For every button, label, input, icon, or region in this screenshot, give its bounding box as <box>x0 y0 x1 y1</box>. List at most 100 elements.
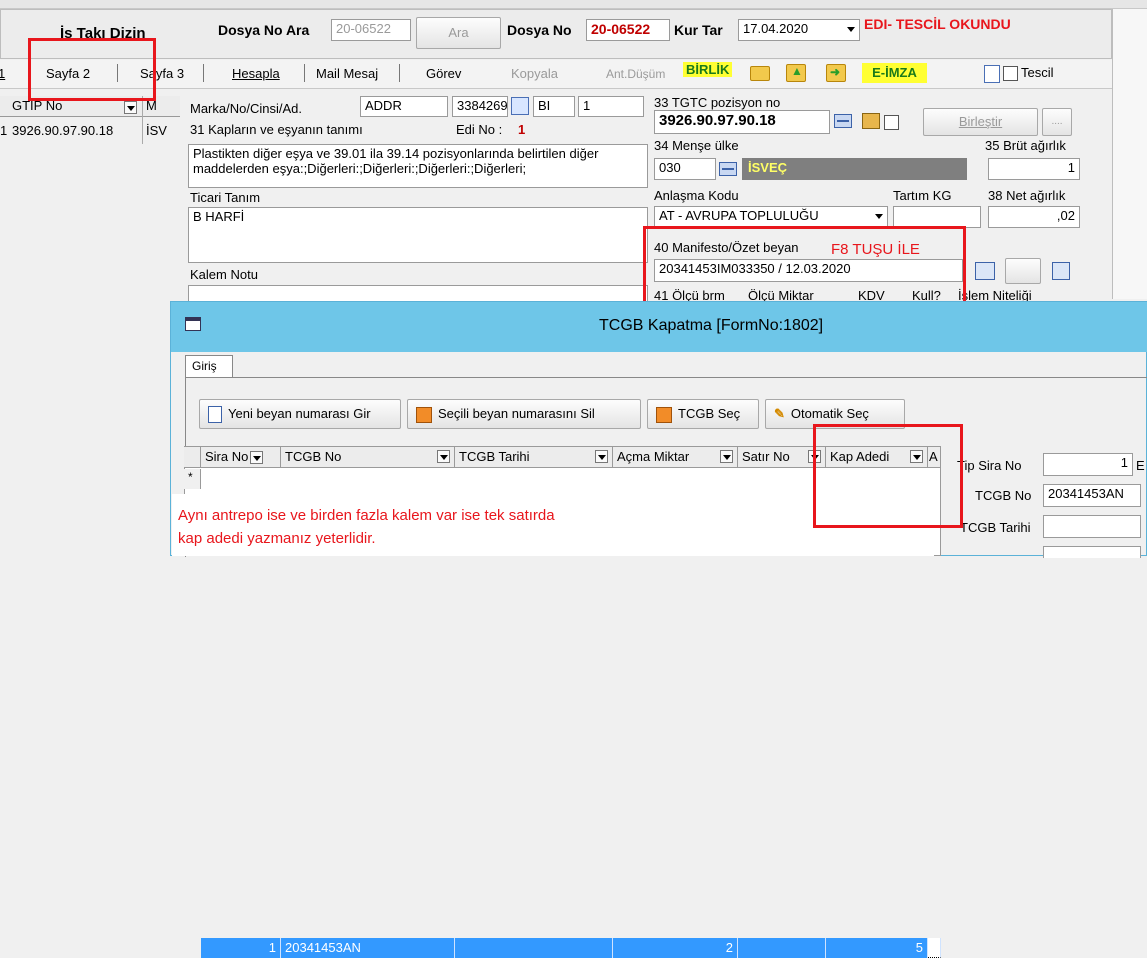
ticari-textarea[interactable]: B HARFİ <box>188 207 648 263</box>
kaplar-label: 31 Kapların ve eşyanın tanımı <box>190 122 363 137</box>
birlik-badge[interactable]: BİRLİK <box>683 62 733 77</box>
magic-wand-icon: ✎ <box>774 406 785 421</box>
tab-divider <box>304 64 305 82</box>
chevron-down-icon[interactable] <box>250 451 264 465</box>
folder-arrow-icon[interactable]: ➜ <box>826 64 846 82</box>
select-icon <box>656 406 672 423</box>
e-imza-badge[interactable]: E-İMZA <box>862 63 927 83</box>
kur-tar-label: Kur Tar <box>674 22 723 38</box>
anlasma-value: AT - AVRUPA TOPLULUĞU <box>659 208 819 223</box>
cell-satir-no[interactable] <box>738 938 826 958</box>
tab-mail-mesaj[interactable]: Mail Mesaj <box>316 66 378 81</box>
more-button[interactable]: .... <box>1042 108 1072 136</box>
marka-label: Marka/No/Cinsi/Ad. <box>190 101 302 116</box>
right-scroll-edge <box>1112 9 1147 299</box>
tab-divider <box>203 64 204 82</box>
expand-icon[interactable] <box>1052 262 1070 280</box>
brut-input[interactable]: 1 <box>988 158 1080 180</box>
tescil-checkbox[interactable] <box>1003 66 1018 81</box>
box-icon[interactable] <box>862 113 880 129</box>
col-tcgb-tarihi[interactable]: TCGB Tarihi <box>455 447 613 468</box>
edi-no-value: 1 <box>518 122 526 137</box>
kur-tar-value: 17.04.2020 <box>743 21 809 36</box>
tescil-label: Tescil <box>1021 65 1054 80</box>
tcgb-tarihi-label: TCGB Tarihi <box>960 520 1031 535</box>
mense-code-input[interactable]: 030 <box>654 158 716 180</box>
chevron-down-icon[interactable] <box>595 450 608 463</box>
extra-input-partial[interactable] <box>1043 546 1141 558</box>
mense-lookup-icon[interactable] <box>719 162 737 176</box>
birlestir-button[interactable]: Birleştir <box>923 108 1038 136</box>
dosya-no-value: 20-06522 <box>586 19 670 41</box>
highlight-sayfa2 <box>28 38 156 101</box>
left-grid-divider <box>142 96 143 144</box>
tab-hesapla[interactable]: Hesapla <box>232 66 280 81</box>
kalem-notu-label: Kalem Notu <box>190 267 258 282</box>
left-grid-filter[interactable] <box>122 99 137 115</box>
tab-1[interactable]: 1 <box>0 66 5 81</box>
marka-input-3[interactable]: BI <box>533 96 575 117</box>
chevron-down-icon[interactable] <box>847 27 855 32</box>
description-textarea[interactable]: Plastikten diğer eşya ve 39.01 ila 39.14… <box>188 144 648 188</box>
delete-icon <box>416 406 432 423</box>
tgtc-lookup-icon[interactable] <box>834 114 852 128</box>
tcgb-no-input[interactable]: 20341453AN <box>1043 484 1141 507</box>
tcgb-tarihi-input[interactable] <box>1043 515 1141 538</box>
col-tcgb-no[interactable]: TCGB No <box>281 447 455 468</box>
dosya-no-ara-input[interactable]: 20-06522 <box>331 19 411 41</box>
search-doc-icon[interactable] <box>984 65 1000 83</box>
annotation-line-2: kap adedi yazmanız yeterlidir. <box>178 530 376 547</box>
cell-tcgb-tarihi[interactable] <box>455 938 613 958</box>
new-beyan-button[interactable]: Yeni beyan numarası Gir <box>199 399 401 429</box>
tgtc-input[interactable]: 3926.90.97.90.18 <box>654 110 830 134</box>
new-beyan-label: Yeni beyan numarası Gir <box>228 406 371 421</box>
cell-tcgb-no[interactable]: 20341453AN <box>281 938 455 958</box>
tab-kopyala[interactable]: Kopyala <box>511 66 558 81</box>
annotation-line-1: Aynı antrepo ise ve birden fazla kalem v… <box>178 507 555 524</box>
left-grid-row-suffix[interactable]: İSV <box>146 123 167 138</box>
list-icon[interactable] <box>975 262 995 280</box>
cell-sira-no[interactable]: 1 <box>201 938 281 958</box>
marka-input-1[interactable]: ADDR <box>360 96 448 117</box>
tip-sira-input[interactable]: 1 <box>1043 453 1133 476</box>
tab-gorev[interactable]: Görev <box>426 66 461 81</box>
tcgb-select-label: TCGB Seç <box>678 406 741 421</box>
chevron-down-icon[interactable] <box>437 450 450 463</box>
kur-tar-select[interactable]: 17.04.2020 <box>738 19 860 41</box>
tip-sira-extra: E <box>1136 458 1145 473</box>
tab-giris[interactable]: Giriş <box>185 355 233 377</box>
edi-no-label: Edi No : <box>456 122 503 137</box>
col-acma-miktar[interactable]: Açma Miktar <box>613 447 738 468</box>
dosya-no-label: Dosya No <box>507 22 572 38</box>
cell-a[interactable] <box>928 938 941 958</box>
tgtc-checkbox[interactable] <box>884 115 899 130</box>
kalem-notu-textarea[interactable] <box>188 285 648 301</box>
blank-button[interactable] <box>1005 258 1041 284</box>
ara-button[interactable]: Ara <box>416 17 501 49</box>
left-grid-row-gtip[interactable]: 3926.90.97.90.18 <box>12 123 113 138</box>
tcgb-select-button[interactable]: TCGB Seç <box>647 399 759 429</box>
marka-input-4[interactable]: 1 <box>578 96 644 117</box>
chevron-down-icon[interactable] <box>875 214 883 219</box>
dosya-no-ara-label: Dosya No Ara <box>218 22 310 38</box>
dialog-title: TCGB Kapatma [FormNo:1802] <box>599 317 824 334</box>
tip-sira-label: Tip Sira No <box>957 458 1022 473</box>
grid-row-indicator-head <box>184 447 201 468</box>
tartim-input[interactable] <box>893 206 981 228</box>
row-indicator[interactable]: * <box>184 469 201 489</box>
marka-input-2[interactable]: 3384269 <box>452 96 508 117</box>
chevron-down-icon[interactable] <box>720 450 733 463</box>
folder-open-icon[interactable] <box>750 66 770 81</box>
anlasma-select[interactable]: AT - AVRUPA TOPLULUĞU <box>654 206 888 228</box>
edit-icon[interactable] <box>511 97 529 115</box>
col-sira-no[interactable]: Sira No <box>201 447 281 468</box>
cell-acma-miktar[interactable]: 2 <box>613 938 738 958</box>
folder-up-icon[interactable]: ▲ <box>786 64 806 82</box>
tab-divider <box>399 64 400 82</box>
tab-ant-dusum[interactable]: Ant.Düşüm <box>606 67 665 81</box>
mense-country-value: İSVEÇ <box>742 158 967 180</box>
cell-kap-adedi[interactable]: 5 <box>826 938 928 958</box>
delete-beyan-button[interactable]: Seçili beyan numarasını Sil <box>407 399 641 429</box>
document-icon <box>208 406 222 424</box>
net-input[interactable]: ,02 <box>988 206 1080 228</box>
